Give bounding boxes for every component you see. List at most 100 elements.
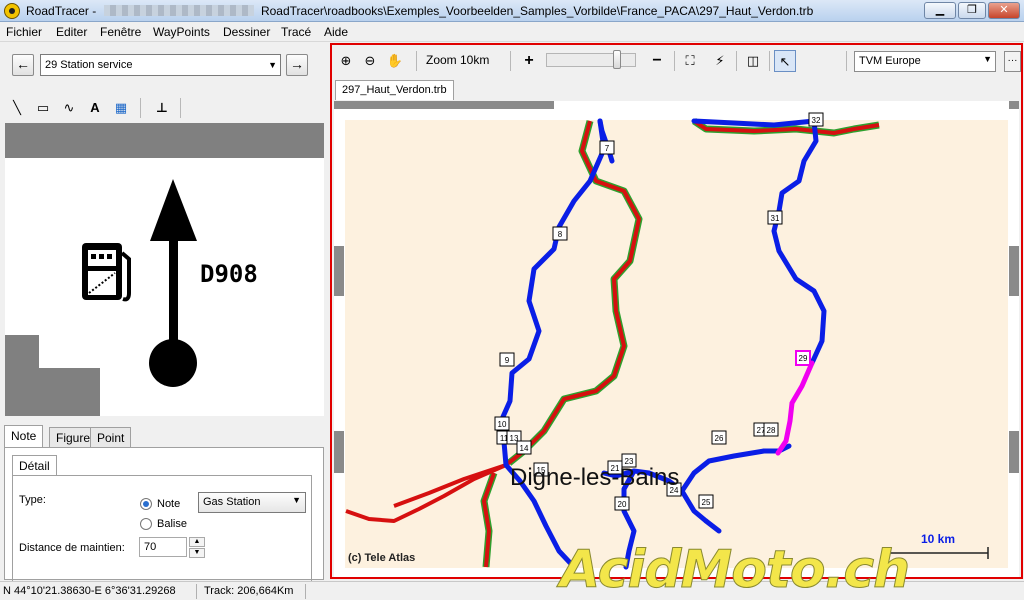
radio-note-label: Note: [157, 498, 181, 510]
waypoint-marker[interactable]: 20: [614, 496, 630, 511]
fit-to-window-icon[interactable]: ⛶: [679, 50, 701, 72]
arrow-right-icon: →: [290, 56, 304, 72]
toolbar-separator: [736, 51, 737, 71]
close-button[interactable]: ✕: [988, 2, 1020, 19]
svg-text:14: 14: [520, 444, 529, 453]
waypoint-marker[interactable]: 29: [795, 350, 811, 366]
select-pointer-icon[interactable]: ↖: [774, 50, 796, 72]
text-tool-icon[interactable]: A: [85, 99, 105, 117]
svg-text:29: 29: [799, 354, 808, 363]
toolbar-separator: [510, 51, 511, 71]
properties-tabs: Note Figure Point Détail Type: Note Bali…: [4, 425, 324, 581]
arrow-origin-dot: [149, 339, 197, 387]
junction-tool-icon[interactable]: ⊥: [152, 99, 172, 117]
waypoint-marker[interactable]: 8: [552, 226, 568, 241]
svg-text:32: 32: [812, 116, 821, 125]
type-select-value: Gas Station: [203, 496, 261, 508]
distance-up-button[interactable]: ▲: [189, 537, 205, 547]
waypoint-marker[interactable]: 25: [698, 494, 714, 509]
zoom-out-tool-icon[interactable]: ⊖: [359, 50, 381, 72]
direction-arrow-icon: [150, 179, 197, 349]
menu-editer[interactable]: Editer: [56, 25, 87, 39]
rectangle-tool-icon[interactable]: ▭: [33, 99, 53, 117]
map-provider-value: TVM Europe: [859, 55, 921, 67]
waypoint-marker[interactable]: 28: [763, 422, 779, 437]
more-options-button[interactable]: ···: [1004, 51, 1021, 72]
maximize-button[interactable]: ❐: [958, 2, 986, 19]
arrow-left-icon: ←: [16, 56, 30, 72]
track-length: Track: 206,664Km: [204, 585, 294, 597]
waypoint-marker[interactable]: 9: [499, 352, 515, 367]
waypoint-marker[interactable]: 14: [516, 440, 532, 455]
curve-tool-icon[interactable]: ∿: [59, 99, 79, 117]
map-side-band: [334, 246, 344, 296]
status-bar: N 44°10'21.38630-E 6°36'31.29268 Track: …: [0, 581, 1024, 600]
map-edge-band-light: [554, 101, 1009, 109]
distance-input[interactable]: 70: [139, 537, 187, 557]
toolbar-separator: [846, 51, 847, 71]
map-canvas[interactable]: 32 7 8 31 9 29 10 11 13 14 26 27 28 23 2…: [334, 101, 1019, 577]
toolbar-separator: [674, 51, 675, 71]
zoom-slider-thumb[interactable]: [613, 50, 622, 69]
map-provider-select[interactable]: TVM Europe ▼: [854, 51, 996, 72]
app-logo-icon: [4, 3, 20, 19]
menu-fenetre[interactable]: Fenêtre: [100, 25, 141, 39]
status-separator: [305, 584, 306, 599]
tab-document[interactable]: 297_Haut_Verdon.trb: [335, 80, 454, 100]
zoom-plus-button[interactable]: +: [518, 50, 540, 72]
app-name: RoadTracer: [26, 4, 89, 18]
previous-waypoint-button[interactable]: ←: [12, 54, 34, 76]
distance-input-value: 70: [144, 541, 157, 553]
hand-pan-icon[interactable]: ✋: [384, 50, 406, 72]
svg-text:7: 7: [605, 144, 610, 153]
waypoint-select[interactable]: 29 Station service ▼: [40, 54, 281, 76]
tab-note[interactable]: Note: [4, 425, 44, 448]
title-separator: -: [92, 4, 97, 18]
zoom-minus-button[interactable]: −: [646, 50, 668, 72]
toolbar-separator: [140, 98, 141, 118]
line-tool-icon[interactable]: ╲: [7, 99, 27, 117]
waypoint-marker[interactable]: 7: [599, 140, 615, 155]
radio-note[interactable]: [140, 498, 152, 510]
waypoint-marker[interactable]: 10: [494, 416, 510, 431]
magic-wand-icon[interactable]: ⚡: [709, 50, 731, 72]
map-drawing: 32 7 8 31 9 29 10 11 13 14 26 27 28 23 2…: [334, 101, 1019, 577]
road-band-bottom-left: [5, 335, 100, 416]
waypoint-marker[interactable]: 26: [711, 430, 727, 445]
zoom-in-tool-icon[interactable]: ⊕: [335, 50, 357, 72]
menu-dessiner[interactable]: Dessiner: [223, 25, 270, 39]
radio-balise[interactable]: [140, 518, 152, 530]
chevron-down-icon: ▼: [292, 495, 301, 505]
left-panel: ← 29 Station service ▼ → ╲ ▭ ∿ A ▦ ⊥ D90…: [0, 43, 328, 581]
zoom-slider[interactable]: [546, 53, 636, 67]
tab-point[interactable]: Point: [90, 427, 132, 447]
type-select[interactable]: Gas Station ▼: [198, 492, 306, 513]
zoom-level-label: Zoom 10km: [426, 53, 490, 67]
toolbar-separator: [180, 98, 181, 118]
radio-balise-label: Balise: [157, 518, 187, 530]
minimize-button[interactable]: ▁: [924, 2, 956, 19]
map-panel: ⊕ ⊖ ✋ Zoom 10km + − ⛶ ⚡ ◫ ↖ TVM Europe ▼…: [330, 43, 1023, 579]
distance-label: Distance de maintien:: [19, 542, 125, 554]
menu-trace[interactable]: Tracé: [281, 25, 311, 39]
distance-down-button[interactable]: ▼: [189, 548, 205, 558]
menu-aide[interactable]: Aide: [324, 25, 348, 39]
waypoint-marker[interactable]: 32: [808, 112, 824, 127]
split-view-icon[interactable]: ◫: [742, 50, 764, 72]
tab-detail[interactable]: Détail: [12, 455, 57, 475]
map-side-band: [1009, 431, 1019, 473]
note-tab-panel: Détail Type: Note Balise Gas Station ▼ D…: [4, 447, 324, 581]
roadbook-sign-canvas[interactable]: D908: [5, 123, 324, 416]
menu-fichier[interactable]: Fichier: [6, 25, 42, 39]
image-tool-icon[interactable]: ▦: [111, 99, 131, 117]
window-title: RoadTracer - RoadTracer\roadbooks\Exempl…: [26, 4, 813, 18]
type-label: Type:: [19, 494, 46, 506]
map-toolbar: ⊕ ⊖ ✋ Zoom 10km + − ⛶ ⚡ ◫ ↖ TVM Europe ▼…: [332, 45, 1021, 77]
svg-text:20: 20: [618, 500, 627, 509]
blurred-path-segment: [103, 5, 254, 16]
menu-waypoints[interactable]: WayPoints: [153, 25, 210, 39]
waypoint-marker[interactable]: 31: [767, 210, 783, 225]
road-number-label: D908: [200, 260, 258, 288]
title-file-path: RoadTracer\roadbooks\Exemples_Voorbeelde…: [260, 4, 814, 18]
next-waypoint-button[interactable]: →: [286, 54, 308, 76]
